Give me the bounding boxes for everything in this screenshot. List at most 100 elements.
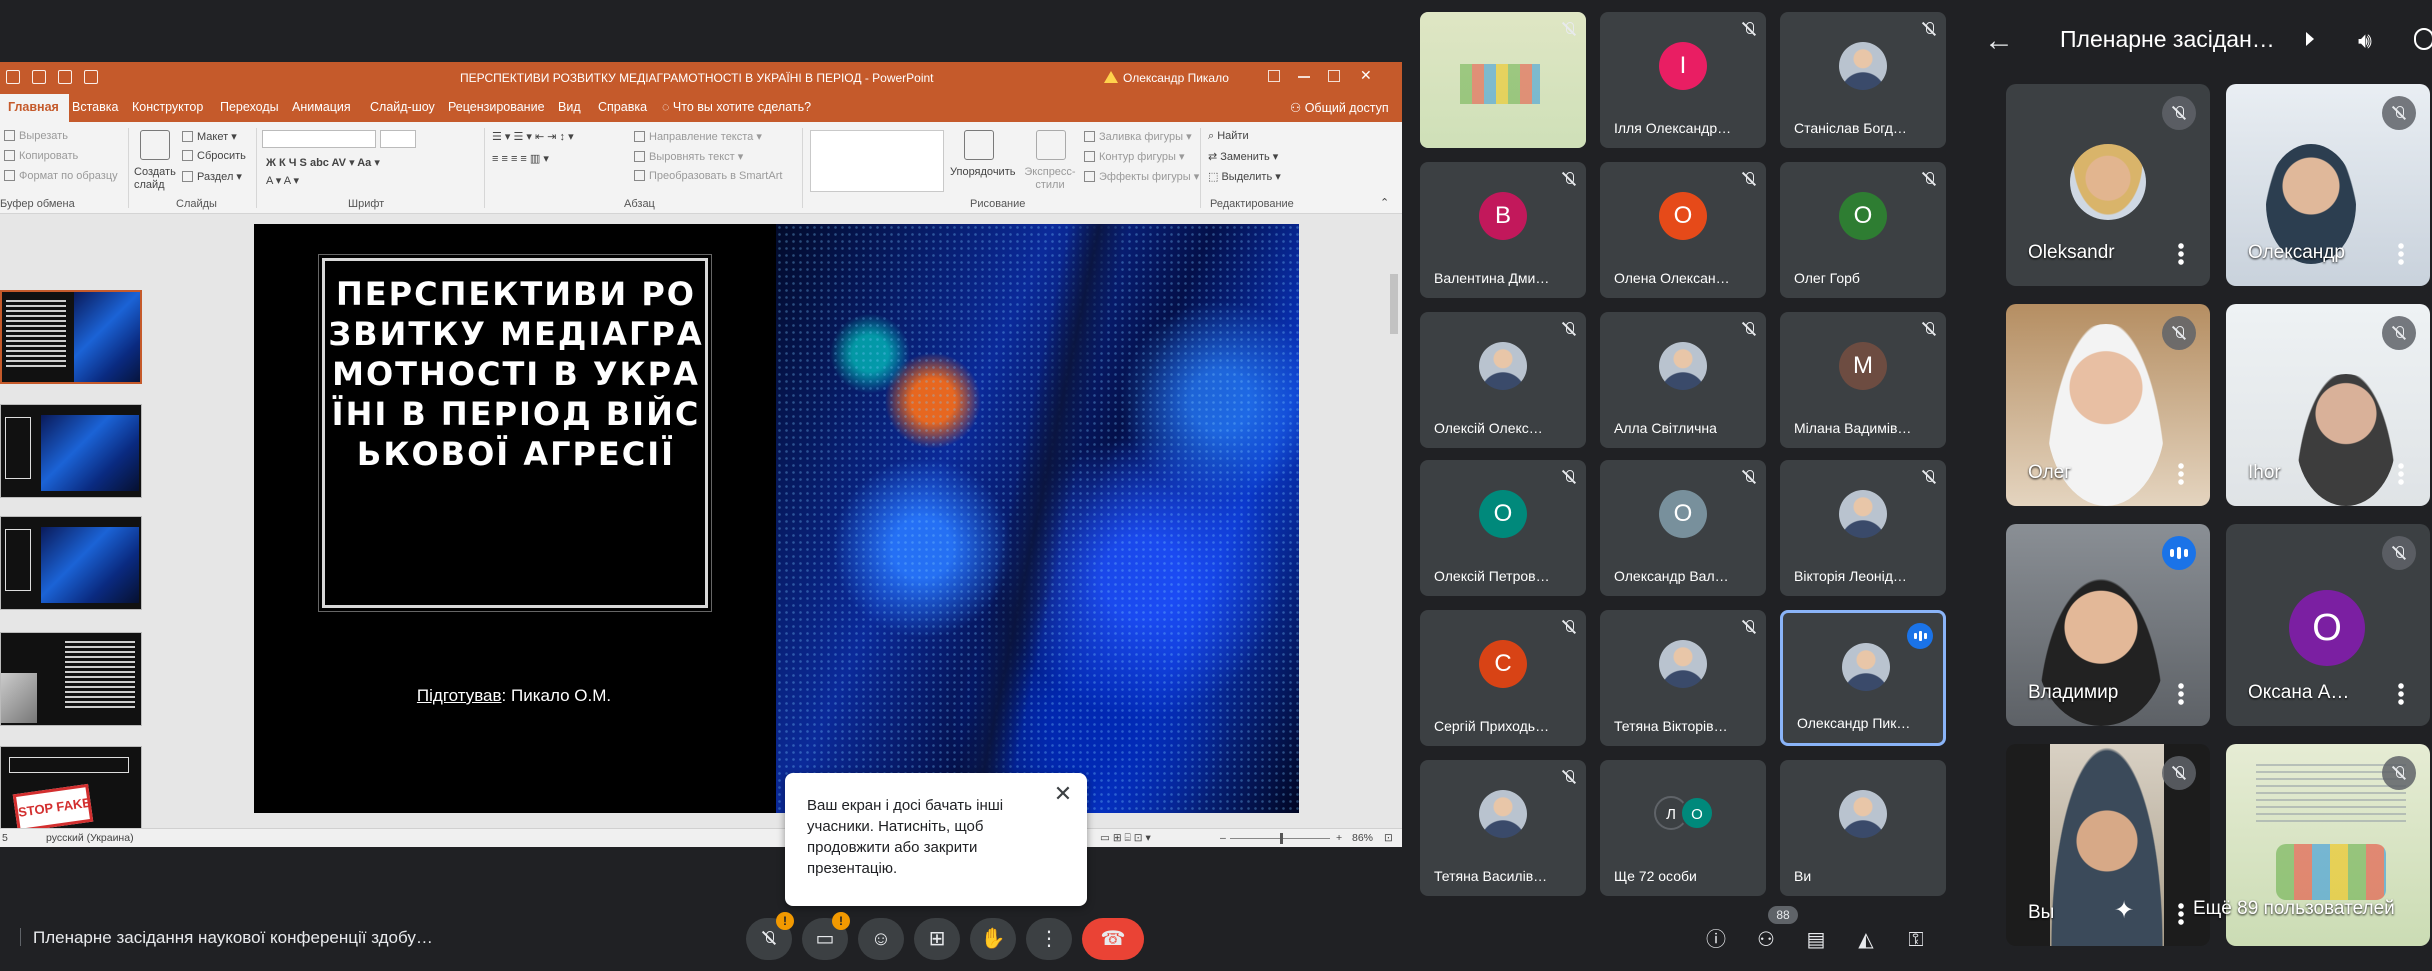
status-language[interactable]: русский (Украина) xyxy=(46,832,134,844)
shape-fill-button[interactable]: Заливка фигуры ▾ xyxy=(1084,130,1192,143)
font-color-buttons[interactable]: A ▾ A ▾ xyxy=(266,174,299,187)
close-icon[interactable]: ✕ xyxy=(1051,783,1075,807)
mic-toggle-button[interactable]: ! xyxy=(746,912,794,960)
vertical-scrollbar[interactable] xyxy=(1386,214,1402,812)
participant-tile[interactable]: В Валентина Дми… xyxy=(1420,162,1586,298)
text-direction-button[interactable]: Направление текста ▾ xyxy=(634,130,762,143)
participant-tile[interactable]: Станіслав Богд… xyxy=(1780,12,1946,148)
people-button[interactable]: ⚇ xyxy=(1752,926,1780,954)
new-slide-icon[interactable] xyxy=(140,130,170,160)
participant-tile[interactable]: Тетяна Василів… xyxy=(1420,760,1586,896)
participant-tile[interactable]: Тетяна Вікторів… xyxy=(1600,610,1766,746)
format-painter-button[interactable]: Формат по образцу xyxy=(4,170,118,182)
save-icon[interactable] xyxy=(6,70,20,84)
participant-tile[interactable]: О Олег Горб xyxy=(1780,162,1946,298)
fit-slide-icon[interactable]: ⊡ xyxy=(1384,832,1393,844)
participant-tile[interactable]: О Олексій Петров… xyxy=(1420,460,1586,596)
participant-tile[interactable]: Вікторія Леонід… xyxy=(1780,460,1946,596)
ribbon-display-icon[interactable] xyxy=(1268,70,1280,82)
close-icon[interactable]: ✕ xyxy=(1360,67,1372,83)
speaker-icon[interactable]: 🔊︎ xyxy=(2358,28,2372,54)
more-participants-label[interactable]: Ещё 89 пользователей xyxy=(2193,898,2395,920)
camera-toggle-button[interactable]: ▭! xyxy=(802,912,850,960)
mobile-meeting-title[interactable]: Пленарне засідан… xyxy=(2060,26,2275,53)
align-buttons[interactable]: ≡ ≡ ≡ ≡ ▥ ▾ xyxy=(492,152,549,165)
slide[interactable]: ПЕРСПЕКТИВИ РОЗВИТКУ МЕДІАГРАМОТНОСТІ В … xyxy=(254,224,1299,813)
arrange-icon[interactable] xyxy=(964,130,994,160)
tab-insert[interactable]: Вставка xyxy=(72,100,118,114)
slide-thumbnail[interactable] xyxy=(0,632,142,726)
cut-button[interactable]: Вырезать xyxy=(4,130,68,142)
more-options-button[interactable]: ⋮ xyxy=(1026,918,1072,960)
quick-access-toolbar[interactable] xyxy=(6,70,98,84)
participant-tile[interactable]: Л О Ще 72 особи xyxy=(1600,760,1766,896)
view-buttons[interactable]: ▭ ⊞ ⌸ ⊡ ▾ xyxy=(1100,832,1151,845)
reset-button[interactable]: Сбросить xyxy=(182,150,246,162)
more-vert-icon[interactable] xyxy=(2178,682,2184,706)
section-button[interactable]: Раздел ▾ xyxy=(182,170,242,183)
zoom-in-button[interactable]: + xyxy=(1336,832,1342,844)
scrollbar-thumb[interactable] xyxy=(1390,274,1398,334)
slide-thumbnail[interactable] xyxy=(0,516,142,610)
ppt-user-account[interactable]: Олександр Пикало xyxy=(1104,71,1229,85)
quick-styles-icon[interactable] xyxy=(1036,130,1066,160)
participant-tile[interactable]: О Олена Олексан… xyxy=(1600,162,1766,298)
shape-outline-button[interactable]: Контур фигуры ▾ xyxy=(1084,150,1185,163)
slide-thumbnail[interactable] xyxy=(0,290,142,384)
mobile-participant-tile[interactable]: Олександр xyxy=(2226,84,2430,286)
more-vert-icon[interactable] xyxy=(2398,242,2404,266)
more-vert-icon[interactable] xyxy=(2178,462,2184,486)
reactions-button[interactable]: ☺ xyxy=(858,918,904,960)
zoom-level[interactable]: 86% xyxy=(1352,832,1373,844)
arrange-button[interactable]: Упорядочить xyxy=(950,166,1015,178)
participant-tile[interactable]: О Олександр Вал… xyxy=(1600,460,1766,596)
tab-animation[interactable]: Анимация xyxy=(292,100,351,114)
collapse-ribbon-icon[interactable]: ⌃ xyxy=(1380,196,1389,209)
participant-tile[interactable]: І Ілля Олександр… xyxy=(1600,12,1766,148)
mobile-participant-tile[interactable]: Oleksandr xyxy=(2006,84,2210,286)
mobile-participant-tile[interactable]: О Оксана А… xyxy=(2226,524,2430,726)
participant-tile[interactable]: Олексій Олекс… xyxy=(1420,312,1586,448)
share-button[interactable]: ⚇ Общий доступ xyxy=(1290,100,1389,115)
more-vert-icon[interactable] xyxy=(2178,902,2184,926)
tab-slideshow[interactable]: Слайд-шоу xyxy=(370,100,435,114)
host-controls-button[interactable]: ⚿ xyxy=(1902,926,1930,954)
new-slide-button[interactable]: Создать слайд xyxy=(134,166,182,192)
font-family-select[interactable] xyxy=(262,130,376,148)
back-arrow-icon[interactable]: ← xyxy=(1984,24,2014,58)
switch-camera-icon[interactable] xyxy=(2414,28,2432,50)
mobile-participant-tile[interactable]: Вы ✦ xyxy=(2006,744,2210,946)
participant-tile[interactable]: С Сергій Приходь… xyxy=(1420,610,1586,746)
tab-view[interactable]: Вид xyxy=(558,100,581,114)
participant-tile[interactable]: М Мілана Вадимів… xyxy=(1780,312,1946,448)
meeting-info-button[interactable]: ⓘ xyxy=(1702,926,1730,954)
tab-review[interactable]: Рецензирование xyxy=(448,100,545,114)
tell-me-search[interactable]: ◌ Что вы хотите сделать? xyxy=(662,100,811,114)
minimize-icon[interactable] xyxy=(1298,76,1310,78)
font-size-select[interactable] xyxy=(380,130,416,148)
more-vert-icon[interactable] xyxy=(2178,242,2184,266)
more-vert-icon[interactable] xyxy=(2398,462,2404,486)
list-buttons[interactable]: ☰ ▾ ☰ ▾ ⇤ ⇥ ↕ ▾ xyxy=(492,130,574,143)
undo-icon[interactable] xyxy=(32,70,46,84)
align-text-button[interactable]: Выровнять текст ▾ xyxy=(634,150,743,163)
leave-call-button[interactable]: ☎ xyxy=(1082,918,1144,960)
zoom-out-button[interactable]: – xyxy=(1220,832,1226,844)
replace-button[interactable]: ⇄ Заменить ▾ xyxy=(1208,150,1278,163)
chat-button[interactable]: ▤ xyxy=(1802,926,1830,954)
tab-transitions[interactable]: Переходы xyxy=(220,100,279,114)
smartart-button[interactable]: Преобразовать в SmartArt xyxy=(634,170,782,182)
tab-help[interactable]: Справка xyxy=(598,100,647,114)
activities-button[interactable]: ◭ xyxy=(1852,926,1880,954)
participant-tile[interactable]: Ви xyxy=(1780,760,1946,896)
slide-thumbnail[interactable] xyxy=(0,404,142,498)
raise-hand-button[interactable]: ✋ xyxy=(970,918,1016,960)
quick-styles-button[interactable]: Экспресс-стили xyxy=(1022,166,1078,192)
redo-icon[interactable] xyxy=(58,70,72,84)
mobile-participant-tile[interactable]: Олег xyxy=(2006,304,2210,506)
tab-design[interactable]: Конструктор xyxy=(132,100,203,114)
tab-home[interactable]: Главная xyxy=(0,94,69,122)
participant-tile[interactable]: Олександр Пик… xyxy=(1780,610,1946,746)
layout-button[interactable]: Макет ▾ xyxy=(182,130,237,143)
sparkle-icon[interactable]: ✦ xyxy=(2114,896,2134,925)
